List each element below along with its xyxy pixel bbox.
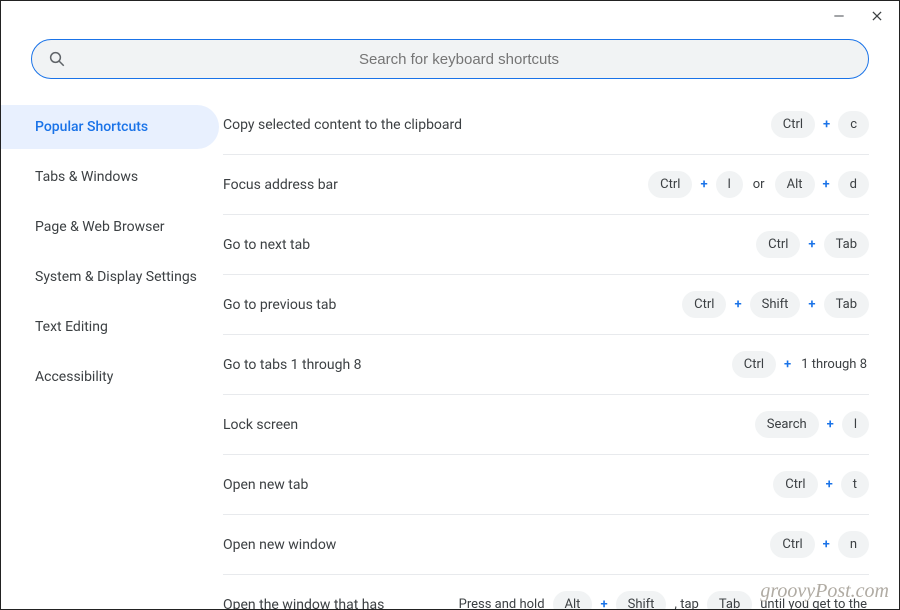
combo-text: , tap (672, 597, 700, 609)
content-area: Popular Shortcuts Tabs & Windows Page & We… (1, 95, 899, 609)
plus-icon: + (821, 177, 832, 192)
shortcut-combo: Ctrl + lor Alt + d (648, 171, 869, 198)
title-bar (1, 1, 899, 31)
shortcut-combo: Ctrl + t (773, 471, 869, 498)
sidebar-item-label: Text Editing (35, 319, 108, 335)
sidebar-item-popular-shortcuts[interactable]: Popular Shortcuts (1, 105, 219, 149)
keycap: Ctrl (756, 231, 800, 258)
shortcut-row: Go to tabs 1 through 8Ctrl +1 through 8 (223, 335, 869, 395)
shortcut-description: Open new tab (223, 477, 773, 493)
shortcut-combo: Search + l (755, 411, 869, 438)
minimize-icon (832, 9, 846, 23)
keycap: Ctrl (773, 471, 817, 498)
keycap: Alt (553, 591, 593, 609)
plus-icon: + (806, 237, 817, 252)
close-button[interactable] (867, 6, 887, 26)
search-icon (48, 50, 66, 68)
sidebar-item-label: Tabs & Windows (35, 169, 138, 185)
sidebar-item-accessibility[interactable]: Accessibility (1, 355, 219, 399)
sidebar-item-tabs-windows[interactable]: Tabs & Windows (1, 155, 219, 199)
sidebar-item-page-web-browser[interactable]: Page & Web Browser (1, 205, 219, 249)
shortcut-combo: Ctrl + c (771, 111, 869, 138)
keycap: Alt (775, 171, 815, 198)
combo-text: 1 through 8 (799, 357, 869, 372)
search-bar[interactable] (31, 39, 869, 79)
shortcut-row: Go to next tabCtrl + Tab (223, 215, 869, 275)
plus-icon: + (598, 597, 609, 609)
keycap: Tab (707, 591, 752, 609)
shortcut-combo: Ctrl + Tab (756, 231, 869, 258)
sidebar-item-label: Popular Shortcuts (35, 119, 148, 135)
shortcut-description: Go to previous tab (223, 297, 682, 313)
plus-icon: + (824, 477, 835, 492)
sidebar: Popular Shortcuts Tabs & Windows Page & We… (1, 95, 223, 609)
shortcut-row: Focus address barCtrl + lor Alt + d (223, 155, 869, 215)
plus-icon: + (825, 417, 836, 432)
shortcut-row: Open the window that hasPress and hold Al… (223, 575, 869, 609)
keycap: Tab (824, 291, 869, 318)
shortcut-description: Open the window that has (223, 597, 457, 610)
shortcut-combo: Press and hold Alt + Shift , tap Tab until you… (457, 591, 869, 609)
keycap: l (842, 411, 869, 438)
keycap: Ctrl (648, 171, 692, 198)
shortcut-row: Lock screenSearch + l (223, 395, 869, 455)
shortcut-description: Go to tabs 1 through 8 (223, 357, 732, 373)
sidebar-item-label: System & Display Settings (35, 269, 197, 285)
sidebar-item-label: Page & Web Browser (35, 219, 165, 235)
keycap: Shift (750, 291, 801, 318)
sidebar-item-text-editing[interactable]: Text Editing (1, 305, 219, 349)
sidebar-item-system-display-settings[interactable]: System & Display Settings (1, 255, 219, 299)
plus-icon: + (806, 297, 817, 312)
keycap: Search (755, 411, 819, 438)
connector-text: or (749, 177, 769, 192)
plus-icon: + (821, 537, 832, 552)
plus-icon: + (821, 117, 832, 132)
shortcut-row: Copy selected content to the clipboardCt… (223, 95, 869, 155)
keycap: Ctrl (771, 111, 815, 138)
shortcut-row: Open new tabCtrl + t (223, 455, 869, 515)
keycap: d (838, 171, 869, 198)
minimize-button[interactable] (829, 6, 849, 26)
shortcut-description: Open new window (223, 537, 770, 553)
plus-icon: + (732, 297, 743, 312)
shortcut-combo: Ctrl +1 through 8 (732, 351, 869, 378)
keycap: Ctrl (732, 351, 776, 378)
keycap: Tab (824, 231, 869, 258)
keycap: c (838, 111, 869, 138)
shortcut-combo: Ctrl + n (770, 531, 869, 558)
keycap: n (838, 531, 869, 558)
combo-text: until you get to the (758, 597, 869, 609)
keycap: Shift (616, 591, 667, 609)
keycap: l (716, 171, 743, 198)
shortcut-combo: Ctrl + Shift + Tab (682, 291, 869, 318)
shortcut-description: Copy selected content to the clipboard (223, 117, 771, 133)
shortcut-description: Go to next tab (223, 237, 756, 253)
close-icon (870, 9, 884, 23)
search-input[interactable] (66, 51, 852, 68)
keycap: t (841, 471, 869, 498)
shortcut-row: Open new windowCtrl + n (223, 515, 869, 575)
shortcut-list: Copy selected content to the clipboardCt… (223, 95, 899, 609)
search-container (1, 31, 899, 95)
keycap: Ctrl (770, 531, 814, 558)
combo-text: Press and hold (457, 597, 547, 609)
shortcut-description: Lock screen (223, 417, 755, 433)
plus-icon: + (698, 177, 709, 192)
sidebar-item-label: Accessibility (35, 369, 113, 385)
shortcut-description: Focus address bar (223, 177, 648, 193)
plus-icon: + (782, 357, 793, 372)
keycap: Ctrl (682, 291, 726, 318)
shortcut-row: Go to previous tabCtrl + Shift + Tab (223, 275, 869, 335)
